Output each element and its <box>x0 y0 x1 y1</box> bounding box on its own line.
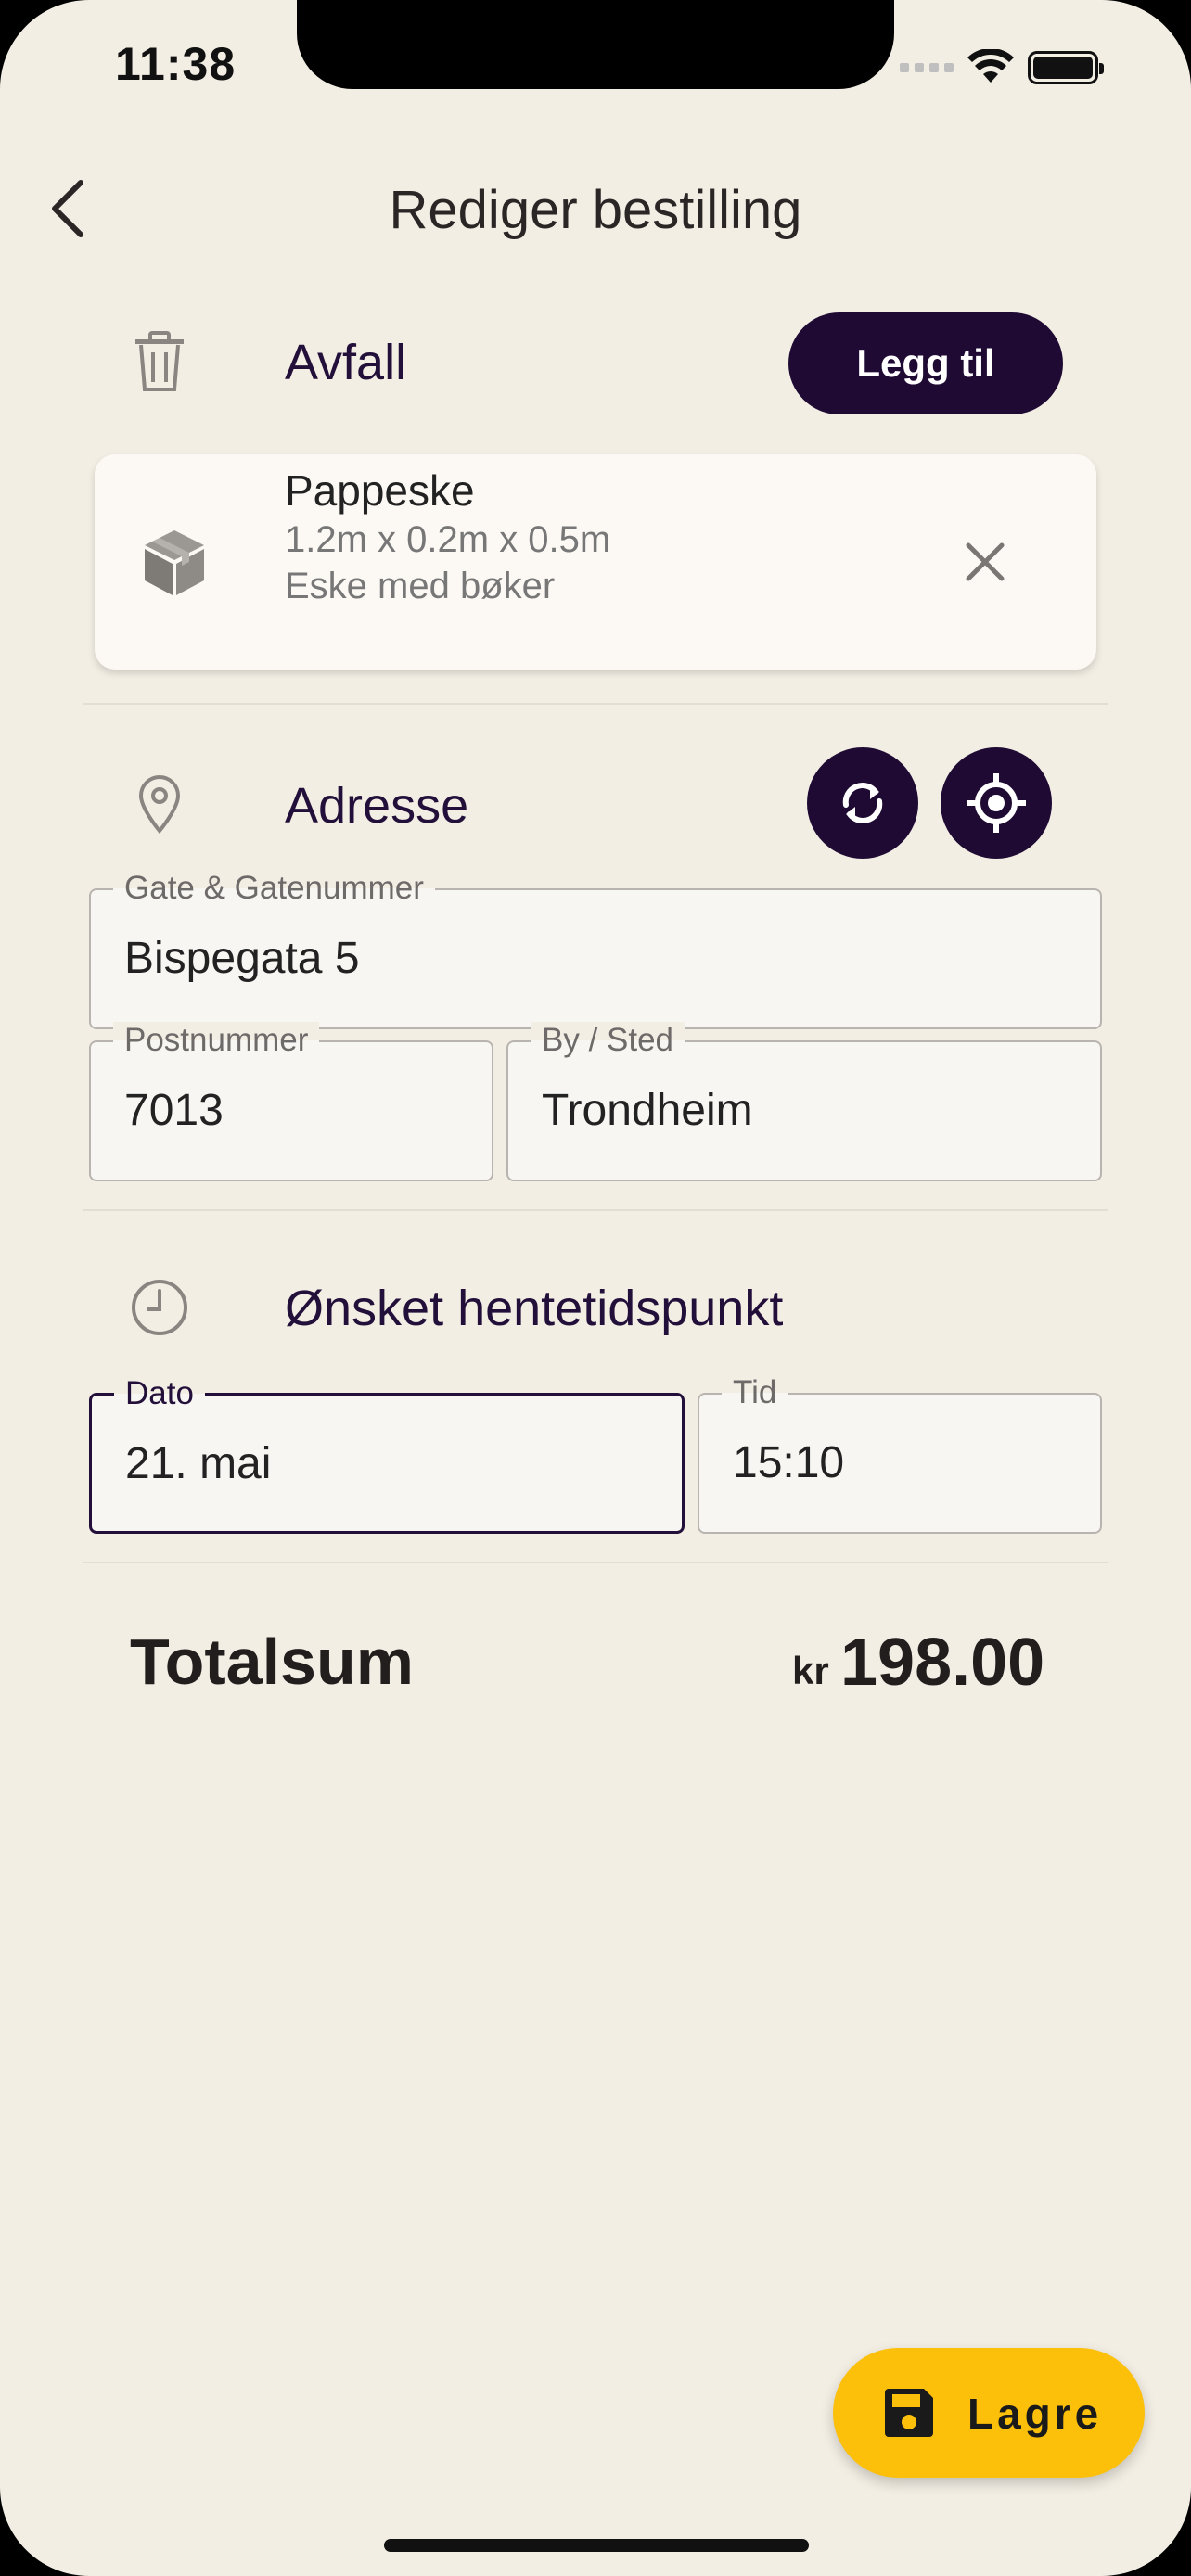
box-icon <box>145 530 204 595</box>
waste-item-name: Pappeske <box>285 466 475 515</box>
pickup-section-title: Ønsket hentetidspunkt <box>285 1281 784 1336</box>
pickup-section-header: Ønsket hentetidspunkt <box>0 1254 1191 1365</box>
street-field-label: Gate & Gatenummer <box>113 870 435 907</box>
date-field[interactable]: Dato 21. mai <box>89 1375 685 1534</box>
time-field-value: 15:10 <box>733 1438 845 1487</box>
refresh-icon <box>842 783 883 823</box>
close-icon <box>966 542 1005 581</box>
address-section-title: Adresse <box>285 778 469 834</box>
save-button[interactable]: Lagre <box>833 2348 1145 2478</box>
status-time: 11:38 <box>115 38 237 90</box>
city-field-value: Trondheim <box>542 1086 753 1135</box>
trash-icon <box>130 331 189 391</box>
waste-item-description: Eske med bøker <box>285 566 556 606</box>
total-amount: 198.00 <box>840 1626 1045 1700</box>
refresh-address-button[interactable] <box>807 747 918 859</box>
city-field-label: By / Sted <box>531 1022 685 1059</box>
waste-section-title: Avfall <box>285 335 407 390</box>
waste-item-card[interactable]: Pappeske 1.2m x 0.2m x 0.5m Eske med bøk… <box>95 454 1096 670</box>
time-field-label: Tid <box>722 1374 788 1411</box>
divider <box>83 1209 1108 1211</box>
notch <box>297 0 894 89</box>
status-icons <box>900 45 1104 91</box>
app-header: Rediger bestilling <box>0 162 1191 255</box>
postal-code-field[interactable]: Postnummer 7013 <box>89 1022 493 1181</box>
save-button-label: Lagre <box>967 2390 1103 2438</box>
postal-code-value: 7013 <box>124 1086 224 1135</box>
signal-icon <box>900 63 954 72</box>
total-label: Totalsum <box>130 1626 414 1698</box>
city-field[interactable]: By / Sted Trondheim <box>506 1022 1102 1181</box>
phone-screen: 11:38 Rediger bestilling Avfall Legg til… <box>0 0 1191 2576</box>
floppy-disk-icon <box>885 2389 933 2437</box>
date-field-label: Dato <box>114 1375 205 1412</box>
postal-code-label: Postnummer <box>113 1022 320 1059</box>
divider <box>83 1562 1108 1563</box>
street-field[interactable]: Gate & Gatenummer Bispegata 5 <box>89 870 1102 1029</box>
time-field[interactable]: Tid 15:10 <box>698 1374 1102 1534</box>
page-title: Rediger bestilling <box>389 180 802 240</box>
battery-icon <box>1028 51 1104 84</box>
map-pin-icon <box>130 775 189 835</box>
total-currency: kr <box>792 1649 829 1692</box>
waste-item-dimensions: 1.2m x 0.2m x 0.5m <box>285 519 611 560</box>
add-waste-button[interactable]: Legg til <box>788 312 1063 414</box>
locate-icon <box>967 773 1026 833</box>
wifi-icon <box>967 49 1014 83</box>
home-indicator <box>384 2539 809 2552</box>
date-field-value: 21. mai <box>125 1439 272 1488</box>
locate-me-button[interactable] <box>941 747 1052 859</box>
street-field-value: Bispegata 5 <box>124 934 360 983</box>
clock-icon <box>130 1278 189 1337</box>
remove-item-button[interactable] <box>957 534 1013 590</box>
divider <box>83 703 1108 705</box>
